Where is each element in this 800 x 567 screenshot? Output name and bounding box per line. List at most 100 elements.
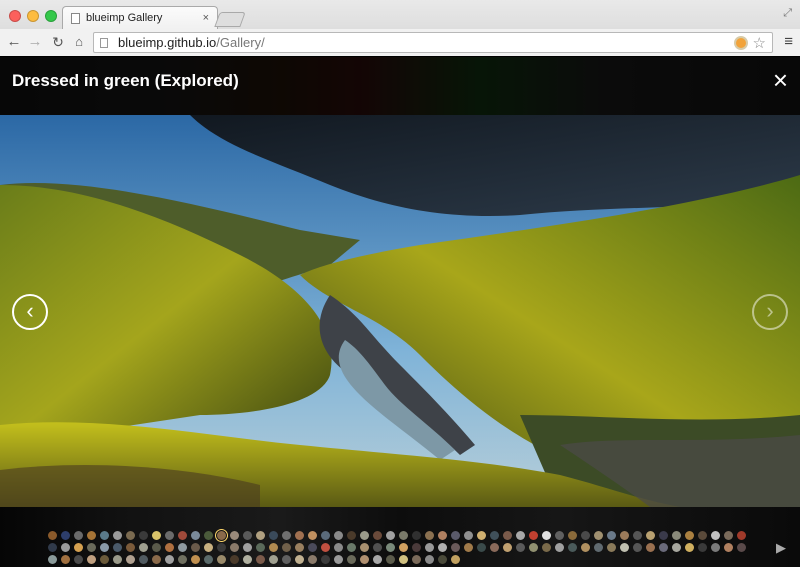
thumbnail-indicator[interactable] — [646, 543, 655, 552]
home-button[interactable]: ⌂ — [70, 33, 88, 51]
thumbnail-indicator[interactable] — [412, 531, 421, 540]
thumbnail-indicator[interactable] — [243, 531, 252, 540]
thumbnail-indicator[interactable] — [633, 543, 642, 552]
thumbnail-indicator[interactable] — [217, 543, 226, 552]
thumbnail-indicator[interactable] — [425, 531, 434, 540]
thumbnail-indicator[interactable] — [113, 531, 122, 540]
thumbnail-indicator[interactable] — [724, 531, 733, 540]
window-close-button[interactable] — [9, 10, 21, 22]
thumbnail-indicator[interactable] — [152, 543, 161, 552]
thumbnail-indicator[interactable] — [61, 531, 70, 540]
thumbnail-indicator[interactable] — [581, 531, 590, 540]
browser-tab[interactable]: blueimp Gallery × — [62, 6, 218, 29]
thumbnail-indicator[interactable] — [568, 543, 577, 552]
thumbnail-indicator[interactable] — [464, 531, 473, 540]
thumbnail-indicator[interactable] — [503, 531, 512, 540]
thumbnail-indicator[interactable] — [295, 543, 304, 552]
thumbnail-indicator[interactable] — [113, 543, 122, 552]
thumbnail-indicator[interactable] — [724, 543, 733, 552]
thumbnail-indicator[interactable] — [334, 543, 343, 552]
thumbnail-indicator[interactable] — [568, 531, 577, 540]
thumbnail-indicator[interactable] — [360, 555, 369, 564]
thumbnail-indicator[interactable] — [152, 555, 161, 564]
thumbnail-indicator[interactable] — [126, 531, 135, 540]
thumbnail-indicator[interactable] — [243, 555, 252, 564]
thumbnail-indicator[interactable] — [165, 555, 174, 564]
thumbnail-indicator[interactable] — [152, 531, 161, 540]
thumbnail-indicator[interactable] — [360, 543, 369, 552]
next-button[interactable]: › — [752, 294, 788, 330]
forward-button[interactable]: → — [26, 33, 44, 51]
thumbnail-indicator[interactable] — [594, 543, 603, 552]
thumbnail-indicator[interactable] — [48, 555, 57, 564]
thumbnail-indicator[interactable] — [516, 543, 525, 552]
thumbnail-indicator[interactable] — [230, 543, 239, 552]
thumbnail-indicator[interactable] — [191, 531, 200, 540]
thumbnail-indicator[interactable] — [126, 555, 135, 564]
thumbnail-indicator[interactable] — [529, 531, 538, 540]
thumbnail-indicator[interactable] — [672, 543, 681, 552]
thumbnail-indicator[interactable] — [139, 531, 148, 540]
thumbnail-indicator[interactable] — [178, 531, 187, 540]
thumbnail-indicator[interactable] — [373, 543, 382, 552]
thumbnail-indicator[interactable] — [204, 555, 213, 564]
thumbnail-indicator[interactable] — [256, 555, 265, 564]
thumbnail-indicator[interactable] — [386, 555, 395, 564]
thumbnail-indicator[interactable] — [61, 555, 70, 564]
thumbnail-indicator[interactable] — [334, 531, 343, 540]
thumbnail-indicator[interactable] — [360, 531, 369, 540]
thumbnail-indicator[interactable] — [737, 543, 746, 552]
thumbnail-indicator[interactable] — [191, 555, 200, 564]
thumbnail-indicator[interactable] — [269, 531, 278, 540]
thumbnail-indicator[interactable] — [126, 543, 135, 552]
thumbnail-indicator[interactable] — [464, 543, 473, 552]
thumbnail-indicator[interactable] — [87, 555, 96, 564]
thumbnail-indicator[interactable] — [215, 529, 228, 542]
reload-button[interactable]: ↻ — [49, 33, 67, 51]
address-bar[interactable]: blueimp.github.io/Gallery/ ☆ — [93, 32, 773, 53]
thumbnail-indicator[interactable] — [503, 543, 512, 552]
thumbnail-indicator[interactable] — [100, 555, 109, 564]
thumbnail-indicator[interactable] — [516, 531, 525, 540]
thumbnail-indicator[interactable] — [581, 543, 590, 552]
thumbnail-indicator[interactable] — [139, 543, 148, 552]
thumbnail-indicator[interactable] — [256, 543, 265, 552]
thumbnail-indicator[interactable] — [386, 543, 395, 552]
new-tab-button[interactable] — [214, 12, 246, 27]
thumbnail-indicator[interactable] — [256, 531, 265, 540]
thumbnail-indicator[interactable] — [74, 543, 83, 552]
previous-button[interactable]: ‹ — [12, 294, 48, 330]
thumbnail-indicator[interactable] — [48, 543, 57, 552]
thumbnail-indicator[interactable] — [204, 531, 213, 540]
thumbnail-indicator[interactable] — [217, 555, 226, 564]
thumbnail-indicator[interactable] — [178, 543, 187, 552]
thumbnail-indicator[interactable] — [321, 555, 330, 564]
thumbnail-indicator[interactable] — [711, 543, 720, 552]
thumbnail-indicator[interactable] — [191, 543, 200, 552]
thumbnail-indicator[interactable] — [555, 531, 564, 540]
thumbnail-indicator[interactable] — [412, 543, 421, 552]
window-maximize-button[interactable] — [45, 10, 57, 22]
thumbnail-indicator[interactable] — [347, 555, 356, 564]
thumbnail-indicator[interactable] — [399, 555, 408, 564]
thumbnail-indicator[interactable] — [321, 531, 330, 540]
thumbnail-indicator[interactable] — [698, 543, 707, 552]
thumbnail-indicator[interactable] — [438, 531, 447, 540]
thumbnail-indicator[interactable] — [74, 531, 83, 540]
extension-icon[interactable] — [733, 35, 748, 50]
thumbnail-indicator[interactable] — [373, 531, 382, 540]
thumbnail-indicator[interactable] — [620, 531, 629, 540]
thumbnail-indicator[interactable] — [529, 543, 538, 552]
thumbnail-indicator[interactable] — [113, 555, 122, 564]
thumbnail-indicator[interactable] — [620, 543, 629, 552]
window-minimize-button[interactable] — [27, 10, 39, 22]
thumbnail-indicator[interactable] — [711, 531, 720, 540]
thumbnail-indicator[interactable] — [646, 531, 655, 540]
thumbnail-indicator[interactable] — [243, 543, 252, 552]
tab-close-icon[interactable]: × — [203, 12, 209, 24]
fullscreen-icon[interactable]: ⤢ — [783, 7, 792, 20]
gallery-close-button[interactable]: × — [773, 67, 788, 93]
thumbnail-indicator[interactable] — [451, 543, 460, 552]
thumbnail-indicator[interactable] — [412, 555, 421, 564]
thumbnail-indicator[interactable] — [373, 555, 382, 564]
